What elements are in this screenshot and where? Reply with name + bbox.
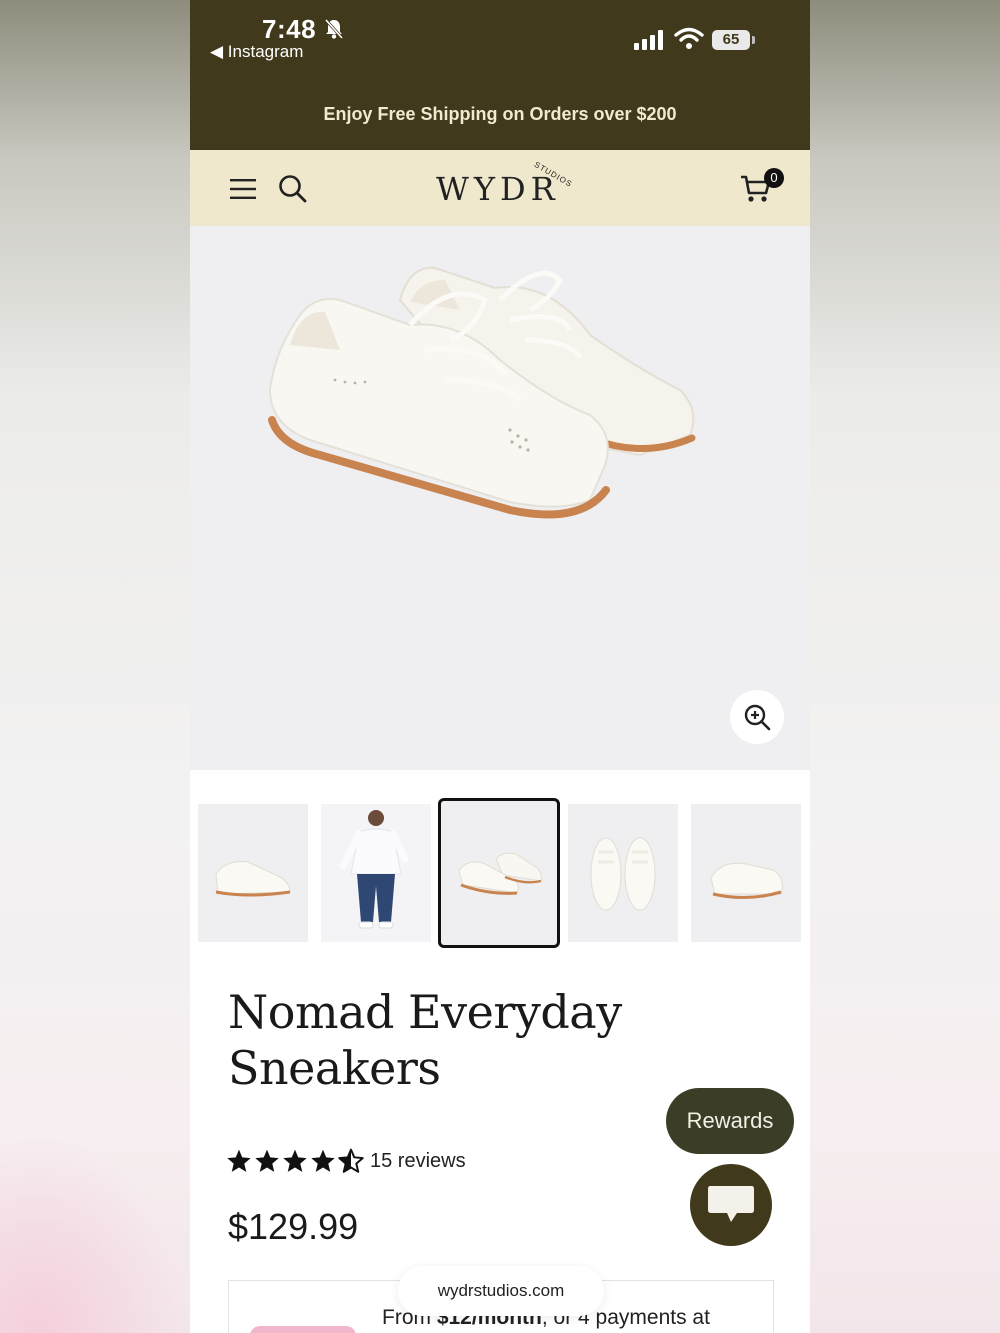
reviews-count-link[interactable]: 15 reviews <box>370 1150 466 1172</box>
rewards-button[interactable]: Rewards <box>666 1088 794 1154</box>
bell-muted-icon <box>324 18 344 46</box>
cellular-signal-icon <box>634 30 663 50</box>
star-half-icon <box>338 1148 364 1173</box>
background-gradient <box>0 1133 190 1333</box>
pair-angled-thumb-image <box>458 852 542 895</box>
star-full-icon <box>255 1149 279 1172</box>
star-full-icon <box>283 1149 307 1172</box>
product-title: Nomad Everyday Sneakers <box>228 984 648 1096</box>
star-full-icon <box>311 1149 335 1172</box>
zoom-in-icon <box>744 704 771 731</box>
search-icon[interactable] <box>278 174 308 204</box>
thumbnail-pair-top[interactable] <box>568 804 678 942</box>
product-rating[interactable]: 15 reviews <box>226 1148 466 1176</box>
shoe-side-thumb-image <box>215 861 291 897</box>
thumbnail-shoe-back[interactable] <box>691 804 801 942</box>
thumbnail-gallery <box>190 770 810 970</box>
status-time: 7:48 <box>262 14 317 44</box>
klarna-badge <box>250 1326 356 1333</box>
back-to-instagram-link[interactable]: ◀ Instagram <box>210 42 303 62</box>
phone-screen: 7:48 ◀ Instagram 65 Enjoy Free Shipping … <box>190 0 810 1333</box>
product-title-line1: Nomad Everyday <box>228 985 622 1039</box>
sneakers-image <box>268 266 696 519</box>
zoom-button[interactable] <box>730 690 784 744</box>
product-hero-image[interactable] <box>190 226 810 770</box>
status-and-promo-bar: 7:48 ◀ Instagram 65 Enjoy Free Shipping … <box>190 0 810 150</box>
star-full-icon <box>227 1149 251 1172</box>
thumbnail-pair-angled[interactable] <box>438 798 560 948</box>
cart-count-badge: 0 <box>764 168 784 188</box>
hamburger-menu-icon[interactable] <box>230 178 256 200</box>
thumbnail-shoe-side[interactable] <box>198 804 308 942</box>
thumbnail-model[interactable] <box>321 804 431 942</box>
product-title-line2: Sneakers <box>228 1041 441 1095</box>
site-header: WYDR STUDIOS 0 <box>190 150 810 226</box>
battery-indicator: 65 <box>712 30 755 50</box>
browser-url-bar[interactable]: wydrstudios.com <box>398 1266 604 1316</box>
pair-top-thumb-image <box>590 837 656 911</box>
site-logo[interactable]: WYDR <box>436 170 560 208</box>
product-price: $129.99 <box>228 1206 359 1247</box>
model-thumb-image <box>339 810 409 929</box>
chat-bubble-icon <box>708 1186 754 1222</box>
wifi-icon <box>674 27 704 49</box>
chat-button[interactable] <box>690 1164 772 1246</box>
shoe-back-thumb-image <box>710 862 783 900</box>
free-shipping-banner: Enjoy Free Shipping on Orders over $200 <box>323 104 677 124</box>
